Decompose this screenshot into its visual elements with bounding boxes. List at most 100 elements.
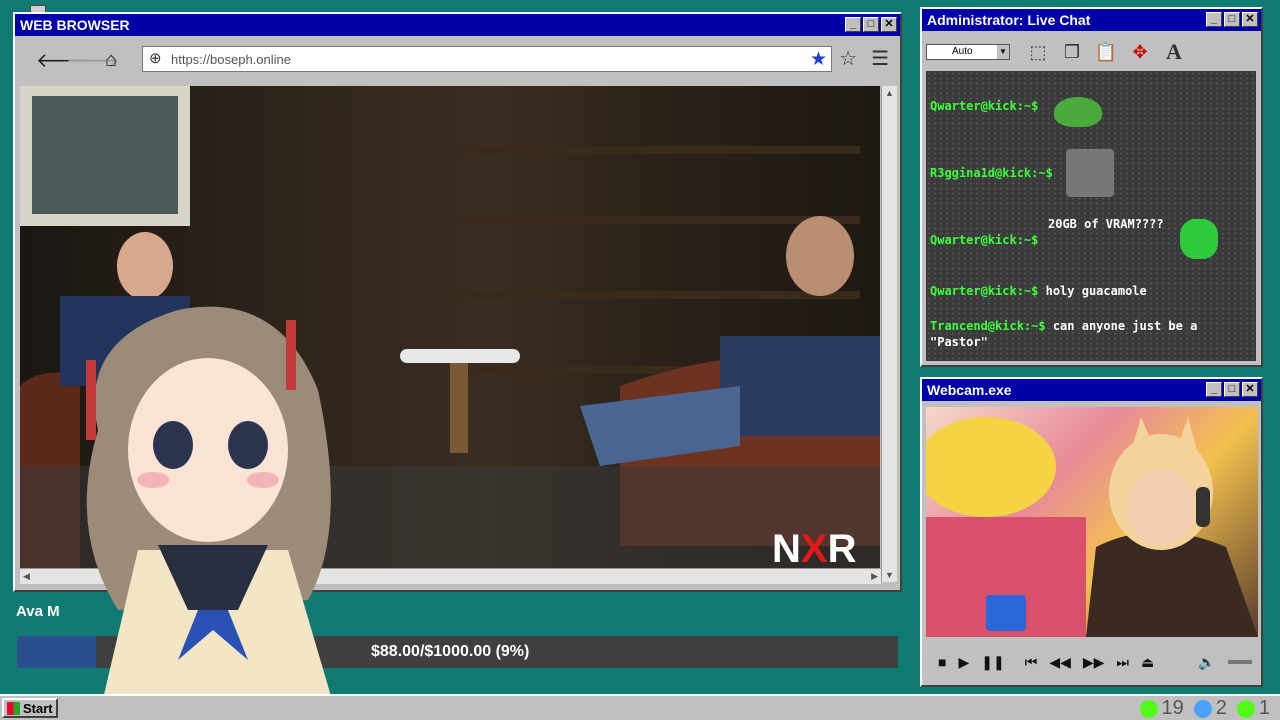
system-tray: 19 2 1 xyxy=(1139,697,1270,720)
painting-canvas xyxy=(32,96,178,214)
chat-text: can anyone just be a xyxy=(1052,319,1198,333)
taskbar: Start 19 2 1 xyxy=(0,694,1280,720)
scroll-down-icon[interactable]: ▼ xyxy=(885,570,894,580)
face-emote-icon xyxy=(1066,149,1114,197)
start-label: Start xyxy=(23,700,53,716)
webcam-window: Webcam.exe _ □ ✕ ■ ▶ ❚❚ ⏮ ◀◀ ▶▶ ⏭ ⏏ 🔈 xyxy=(920,377,1263,687)
chat-toolbar: Auto ▼ ⬚ ❐ 📋 ✥ A xyxy=(924,34,1259,70)
webcam-title: Webcam.exe xyxy=(927,382,1012,398)
browser-navbar: 🡐 🡒 ⌂ ⊕ https://boseph.online ★ ☆ ☰ xyxy=(18,40,897,80)
chat-message: "Pastor" xyxy=(930,335,988,349)
browser-titlebar[interactable]: WEB BROWSER _ □ ✕ xyxy=(15,14,900,36)
home-icon[interactable]: ⌂ xyxy=(96,49,126,72)
chat-text: "Pastor" xyxy=(930,335,988,349)
close-button[interactable]: ✕ xyxy=(1242,12,1258,27)
plush-toy xyxy=(926,417,1056,517)
play-icon[interactable]: ▶ xyxy=(958,654,969,671)
chat-text: holy guacamole xyxy=(1045,284,1147,298)
scroll-right-icon[interactable]: ▶ xyxy=(871,571,878,582)
kick-icon[interactable] xyxy=(1139,699,1158,718)
windows-logo-icon xyxy=(7,701,20,715)
cat-ear xyxy=(1131,417,1156,452)
vertical-scrollbar[interactable]: ▲ ▼ xyxy=(881,86,897,582)
side-table xyxy=(400,349,520,363)
guest-head xyxy=(786,216,854,296)
chevron-down-icon[interactable]: ▼ xyxy=(997,45,1009,59)
floor xyxy=(20,466,880,568)
close-button[interactable]: ✕ xyxy=(1242,382,1258,397)
chat-message: Qwarter@kick:~$ holy guacamole xyxy=(930,284,1147,298)
chat-title: Administrator: Live Chat xyxy=(927,12,1091,28)
pause-icon[interactable]: ❚❚ xyxy=(981,654,1004,671)
mug xyxy=(986,595,1026,631)
minimize-button[interactable]: _ xyxy=(1206,382,1222,397)
move-icon[interactable]: ✥ xyxy=(1126,38,1154,66)
copy-icon[interactable]: ❐ xyxy=(1058,38,1086,66)
webcam-view xyxy=(926,407,1258,637)
moon-count: 2 xyxy=(1215,697,1227,719)
skip-back-icon[interactable]: ⏮ xyxy=(1025,654,1038,671)
menu-icon[interactable]: ☰ xyxy=(871,46,889,71)
chat-message: Qwarter@kick:~$ xyxy=(930,99,1038,113)
stop-icon[interactable]: ■ xyxy=(938,654,946,670)
fast-forward-icon[interactable]: ▶▶ xyxy=(1083,654,1105,671)
start-button[interactable]: Start xyxy=(2,698,58,718)
character-face xyxy=(1127,469,1195,545)
volume-icon[interactable]: 🔈 xyxy=(1198,654,1215,671)
guest-jacket xyxy=(720,336,880,436)
chat-titlebar[interactable]: Administrator: Live Chat _ □ ✕ xyxy=(922,9,1261,31)
maximize-button[interactable]: □ xyxy=(1224,12,1240,27)
play-count: 1 xyxy=(1258,697,1270,719)
close-button[interactable]: ✕ xyxy=(881,17,897,32)
pepe-emote-icon xyxy=(1054,97,1102,127)
moon-icon[interactable] xyxy=(1193,699,1212,718)
minimize-button[interactable]: _ xyxy=(845,17,861,32)
favorites-icon[interactable]: ☆ xyxy=(839,46,857,71)
rewind-icon[interactable]: ◀◀ xyxy=(1049,654,1071,671)
scroll-up-icon[interactable]: ▲ xyxy=(885,88,894,98)
cat-ear xyxy=(1176,417,1198,455)
chat-username: Trancend@kick:~$ xyxy=(930,319,1046,333)
chat-text: 20GB of VRAM???? xyxy=(1048,217,1164,231)
volume-slider[interactable] xyxy=(1227,660,1252,664)
browser-title: WEB BROWSER xyxy=(20,17,130,33)
chat-username: Qwarter@kick:~$ xyxy=(930,233,1039,247)
chat-message: Trancend@kick:~$ can anyone just be a xyxy=(930,319,1197,333)
zoom-select-value: Auto xyxy=(952,46,973,57)
globe-icon: ⊕ xyxy=(149,50,162,67)
bookmark-star-icon[interactable]: ★ xyxy=(810,48,827,71)
donation-goal-text: $88.00/$1000.00 (9%) xyxy=(371,643,530,660)
maximize-button[interactable]: □ xyxy=(1224,382,1240,397)
play-icon[interactable] xyxy=(1236,699,1255,718)
webcam-scene xyxy=(926,417,1258,637)
zoom-select[interactable]: Auto ▼ xyxy=(926,44,1010,60)
host-head xyxy=(117,232,173,300)
chat-username: Qwarter@kick:~$ xyxy=(930,99,1039,113)
host-jacket xyxy=(60,296,190,386)
select-tool-icon[interactable]: ⬚ xyxy=(1024,38,1052,66)
chat-message: Qwarter@kick:~$ xyxy=(930,233,1038,247)
back-icon[interactable]: 🡐 xyxy=(36,48,90,73)
chat-username: Qwarter@kick:~$ xyxy=(930,284,1039,298)
browser-window: WEB BROWSER _ □ ✕ 🡐 🡒 ⌂ ⊕ https://boseph… xyxy=(13,12,902,592)
screaming-emote-icon xyxy=(1180,219,1218,259)
webcam-titlebar[interactable]: Webcam.exe _ □ ✕ xyxy=(922,379,1261,401)
address-bar[interactable]: ⊕ https://boseph.online ★ xyxy=(142,46,832,72)
eject-icon[interactable]: ⏏ xyxy=(1141,654,1154,671)
minimize-button[interactable]: _ xyxy=(1206,12,1222,27)
video-viewport[interactable]: NXR xyxy=(20,86,880,568)
font-icon[interactable]: A xyxy=(1160,38,1188,66)
horizontal-scrollbar[interactable]: ◀ ▶ xyxy=(20,568,881,584)
donation-goal-fill xyxy=(17,636,97,668)
url-text: https://boseph.online xyxy=(171,51,291,67)
chat-messages[interactable]: Qwarter@kick:~$ R3ggina1d@kick:~$ 20GB o… xyxy=(926,71,1256,361)
chat-username: R3ggina1d@kick:~$ xyxy=(930,166,1053,180)
skip-forward-icon[interactable]: ⏭ xyxy=(1116,654,1129,671)
chat-message: 20GB of VRAM???? xyxy=(1048,217,1164,231)
paste-icon[interactable]: 📋 xyxy=(1092,38,1120,66)
chat-message: R3ggina1d@kick:~$ xyxy=(930,166,1053,180)
maximize-button[interactable]: □ xyxy=(863,17,879,32)
headphones xyxy=(1196,487,1210,527)
scroll-left-icon[interactable]: ◀ xyxy=(23,571,30,582)
forward-icon[interactable]: 🡒 xyxy=(66,48,120,73)
